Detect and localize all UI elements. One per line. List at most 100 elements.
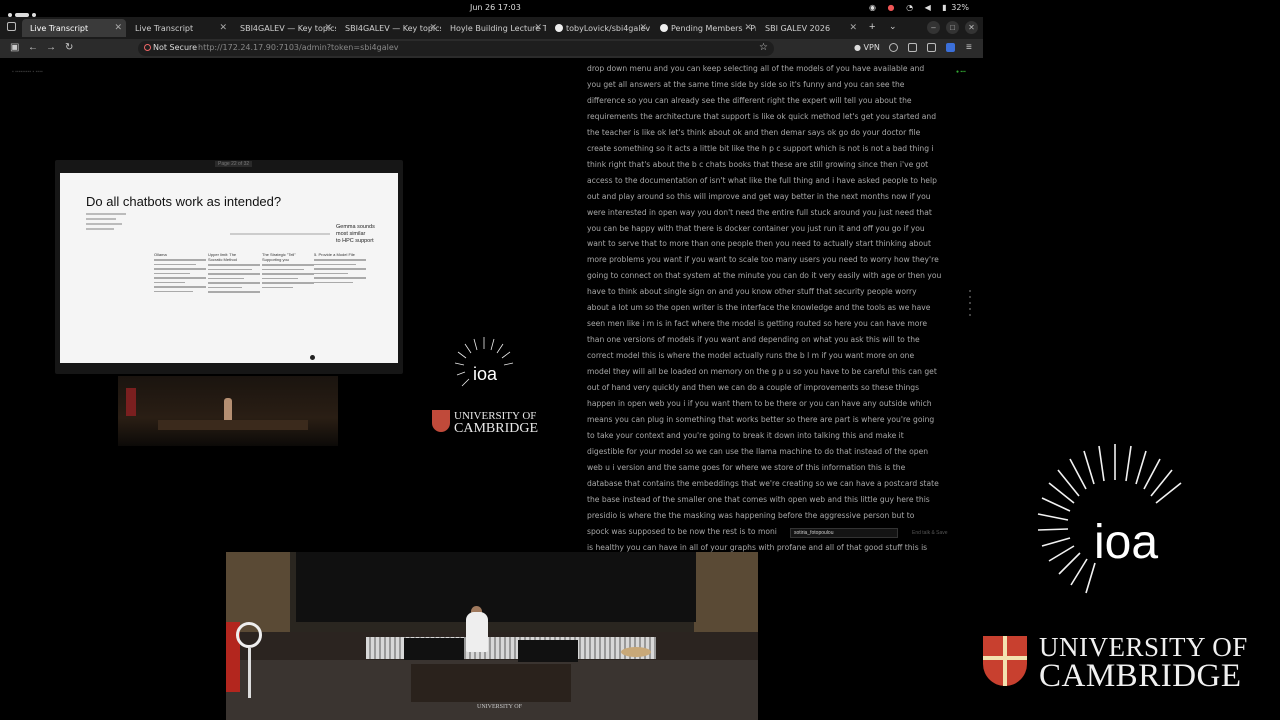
os-status-area[interactable]: ◉ ● ◔ ◀ ▮ 32%: [860, 3, 969, 12]
tab-github-sbi4galev[interactable]: tobyLovick/sbi4galev ✕: [547, 19, 651, 37]
transcript-line: going to connect on that system at the m…: [587, 271, 942, 281]
maximize-icon[interactable]: □: [946, 21, 959, 34]
speaker-name-input[interactable]: sotiria_fotopoulou: [790, 528, 898, 538]
transcript-line: model they will all be loaded on memory …: [587, 367, 937, 377]
slide-counter: Page 22 of 32: [215, 161, 253, 167]
transcript-line: have to think about single sign on and y…: [587, 287, 917, 297]
cambridge-logo-small: UNIVERSITY OF CAMBRIDGE: [432, 408, 547, 436]
hall-monitor-left: [404, 638, 464, 660]
tab-label: Live Transcript: [135, 24, 194, 33]
ioa-text: ioa: [473, 364, 498, 384]
transcript-line: to take your context and you're going to…: [587, 430, 904, 440]
profile-icon[interactable]: [946, 43, 955, 52]
vpn-button[interactable]: ● VPN: [854, 43, 880, 52]
slide-column-label: Upper limit: The Socratic Method: [208, 252, 237, 262]
tab-live-transcript[interactable]: Live Transcript ✕: [127, 19, 231, 37]
vpn-label: VPN: [863, 43, 880, 52]
transcript-line: were interested in open way you don't ne…: [587, 207, 932, 217]
hall-lectern: [411, 664, 571, 702]
tab-hoyle-building[interactable]: Hoyle Building Lecture T ✕: [442, 19, 546, 37]
github-icon: [660, 24, 668, 32]
transcript-line: correct model this is where the model ac…: [587, 351, 915, 361]
close-icon[interactable]: ✕: [219, 23, 227, 33]
window-close-icon[interactable]: ✕: [965, 21, 978, 34]
sidebar-toggle-icon[interactable]: ▣: [10, 42, 19, 53]
transcript-line: than one versions of models if you want …: [587, 335, 920, 345]
cambridge-line-2-large: CAMBRIDGE: [1039, 658, 1242, 694]
transcript-line: means you can plug in something that wor…: [587, 414, 935, 424]
slide-nav-dot[interactable]: [310, 355, 315, 360]
transcript-line: the teacher is like ok let's think about…: [587, 127, 921, 137]
transcript-scrollbar[interactable]: [969, 290, 972, 320]
url-text[interactable]: http://172.24.17.90:7103/admin?token=sbi…: [198, 43, 399, 52]
reload-icon[interactable]: ↻: [65, 42, 73, 53]
cambridge-logo-large: UNIVERSITY OF CAMBRIDGE: [983, 632, 1253, 694]
slide-column-label: Ollama: [154, 252, 167, 257]
tab-list-chevron-icon[interactable]: ⌄: [889, 21, 897, 32]
ioa-logo-large: ioa: [1037, 444, 1182, 594]
tab-key-topics-1[interactable]: SBI4GALEV — Key topics ✕: [232, 19, 336, 37]
extension-icon[interactable]: [889, 43, 898, 52]
transcript-line: about a lot um so the open writer is the…: [587, 303, 931, 313]
hall-fan: [236, 622, 262, 648]
transcript-line: seen men like i m is in fact where the m…: [587, 319, 928, 329]
thumb-presenter: [224, 398, 232, 420]
transcript-line: want to serve that to more than one peop…: [587, 239, 931, 249]
slide-title: Do all chatbots work as intended?: [86, 194, 282, 209]
menu-icon[interactable]: ≡: [966, 42, 972, 53]
transcript-line: difference so you can already see the di…: [587, 95, 912, 105]
tab-pending-members[interactable]: Pending Members · Pr ✕: [652, 19, 756, 37]
hall-monitor-right: [518, 640, 578, 662]
back-arrow-icon[interactable]: ←: [28, 42, 38, 53]
close-icon[interactable]: ✕: [639, 23, 647, 33]
transcript-line: you get all answers at the same time sid…: [587, 79, 905, 89]
close-icon[interactable]: ✕: [429, 23, 437, 33]
presenter: [466, 612, 488, 652]
address-bar[interactable]: Not Secure http://172.24.17.90:7103/admi…: [138, 41, 774, 56]
new-tab-plus-icon[interactable]: +: [869, 21, 875, 33]
transcript-line: more problems you want if you want to sc…: [587, 255, 939, 265]
workspace-indicator[interactable]: [8, 6, 40, 17]
thumb-desk: [158, 420, 308, 430]
transcript-line: the base instead of the smaller one that…: [587, 494, 930, 504]
github-icon: [555, 24, 563, 32]
transcript-line: happen in open web you i if you want the…: [587, 399, 932, 409]
os-clock[interactable]: Jun 26 17:03: [470, 3, 521, 12]
slide-column-label: The Strategic "Tell" Supporting you: [262, 252, 296, 262]
cambridge-crest-icon-large: [983, 636, 1027, 686]
lecture-hall-video: UNIVERSITY OF: [226, 552, 758, 720]
tab-label: Hoyle Building Lecture T: [450, 24, 546, 33]
tab-overview-icon[interactable]: [7, 22, 16, 31]
transcript-line: drop down menu and you can keep selectin…: [587, 64, 925, 73]
download-icon[interactable]: [927, 43, 936, 52]
slide-column-4: 5. Provide a Model File: [314, 249, 366, 286]
transcript-line: spock was supposed to be now the rest is…: [587, 526, 777, 536]
slide-column-label: 5. Provide a Model File: [314, 252, 355, 257]
close-icon[interactable]: ✕: [744, 23, 752, 33]
network-icon: ◉: [869, 3, 876, 12]
close-icon[interactable]: ✕: [849, 23, 857, 33]
ioa-logo-small: ioa: [454, 337, 514, 387]
bookmark-star-icon[interactable]: ☆: [759, 42, 768, 53]
close-icon[interactable]: ✕: [114, 23, 122, 33]
forward-arrow-icon[interactable]: →: [46, 42, 56, 53]
tab-live-transcript-active[interactable]: Live Transcript ✕: [22, 19, 126, 37]
close-icon[interactable]: ✕: [534, 23, 542, 33]
battery-level: 32%: [951, 3, 970, 12]
minimize-icon[interactable]: –: [927, 21, 940, 34]
browser-toolbar: ▣ ← → ↻ Not Secure http://172.24.17.90:7…: [0, 39, 983, 58]
tab-label: tobyLovick/sbi4galev: [566, 24, 651, 33]
tab-label: SBI4GALEV — Key topics: [345, 24, 441, 33]
warning-icon: [144, 44, 151, 51]
end-talk-save-button[interactable]: End talk & Save: [912, 530, 948, 536]
not-secure-badge[interactable]: Not Secure: [144, 43, 197, 52]
tab-label: Pending Members · Pr: [671, 24, 756, 33]
tab-key-topics-2[interactable]: SBI4GALEV — Key topics ✕: [337, 19, 441, 37]
hall-projector-screen: [296, 552, 696, 622]
slide-divider: [230, 233, 330, 235]
tab-sbi-galev-2026[interactable]: SBI GALEV 2026 ✕: [757, 19, 861, 37]
close-icon[interactable]: ✕: [324, 23, 332, 33]
os-top-bar: Jun 26 17:03 ◉ ● ◔ ◀ ▮ 32%: [0, 0, 983, 17]
transcript-line: out of hand very quickly and then we can…: [587, 383, 920, 393]
extensions-puzzle-icon[interactable]: [908, 43, 917, 52]
